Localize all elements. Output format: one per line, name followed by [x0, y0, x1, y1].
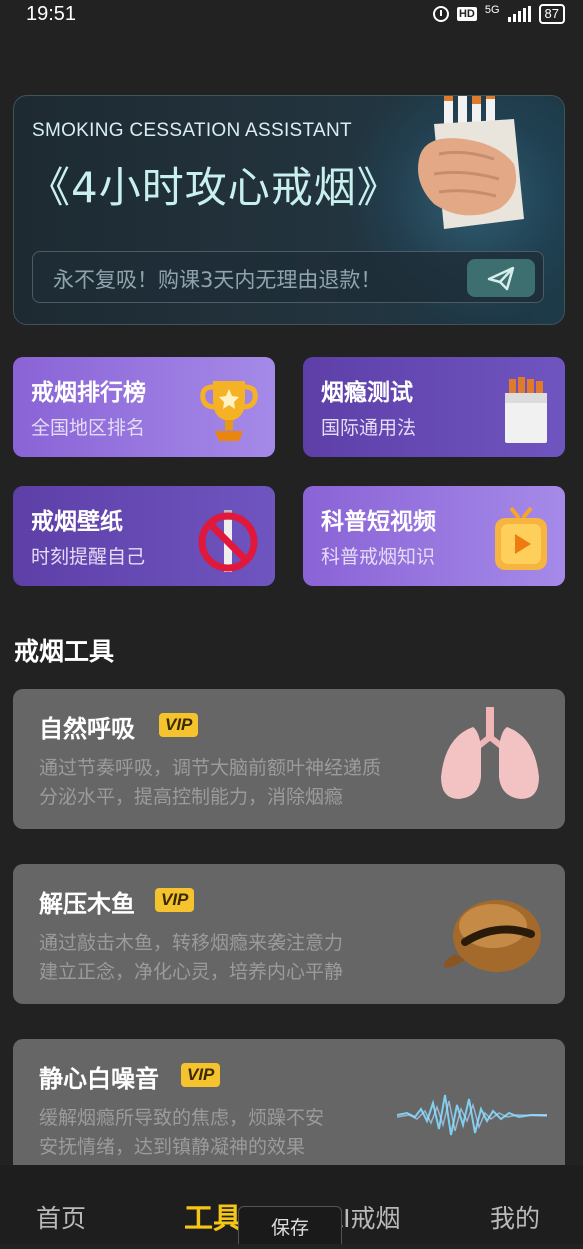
- lungs-icon: [441, 707, 539, 799]
- tool-name: 解压木鱼: [39, 890, 135, 918]
- paper-plane-icon: [487, 266, 515, 291]
- tool-card-breathing[interactable]: 自然呼吸 VIP 通过节奏呼吸，调节大脑前额叶神经递质 分泌水平，提高控制能力，…: [13, 689, 565, 829]
- tile-title: 科普短视频: [321, 509, 436, 535]
- hand-crushing-cigarettes-icon: [418, 96, 524, 229]
- tile-subtitle: 时刻提醒自己: [31, 546, 146, 568]
- tab-tools[interactable]: 工具: [184, 1195, 242, 1237]
- tool-desc-line2: 分泌水平，提高控制能力，消除烟瘾: [39, 786, 344, 808]
- tile-title: 烟瘾测试: [321, 380, 413, 406]
- vip-badge: VIP: [159, 713, 199, 737]
- tile-short-video[interactable]: 科普短视频 科普戒烟知识: [303, 486, 565, 586]
- signal-icon: [507, 6, 531, 22]
- sound-wave-icon: [397, 1094, 547, 1136]
- trophy-icon: [200, 381, 258, 441]
- tool-desc-line1: 通过节奏呼吸，调节大脑前额叶神经递质: [39, 757, 382, 779]
- tool-name: 静心白噪音: [39, 1065, 159, 1093]
- tile-leaderboard[interactable]: 戒烟排行榜 全国地区排名: [13, 357, 275, 457]
- no-smoking-icon: [198, 510, 258, 572]
- promo-input-bar[interactable]: 永不复吸！购课3天内无理由退款！: [32, 251, 544, 303]
- vip-badge: VIP: [155, 888, 195, 912]
- hd-badge: HD: [456, 7, 477, 21]
- hero-subtitle: SMOKING CESSATION ASSISTANT: [32, 120, 352, 141]
- tile-subtitle: 科普戒烟知识: [321, 546, 436, 568]
- hero-banner[interactable]: SMOKING CESSATION ASSISTANT 《4小时攻心戒烟》 永不…: [13, 95, 565, 325]
- promo-text: 永不复吸！购课3天内无理由退款！: [53, 268, 382, 292]
- vip-badge: VIP: [181, 1063, 221, 1087]
- alarm-icon: [432, 6, 449, 22]
- tool-desc-line2: 安抚情绪，达到镇静凝神的效果: [39, 1136, 306, 1158]
- send-button[interactable]: [467, 259, 535, 297]
- status-time: 19:51: [26, 3, 77, 25]
- wooden-fish-icon: [444, 900, 541, 972]
- tool-desc-line1: 缓解烟瘾所导致的焦虑，烦躁不安: [39, 1107, 325, 1129]
- tool-card-white-noise[interactable]: 静心白噪音 VIP 缓解烟瘾所导致的焦虑，烦躁不安 安抚情绪，达到镇静凝神的效果: [13, 1039, 565, 1179]
- tab-mine[interactable]: 我的: [490, 1199, 540, 1235]
- status-bar: 19:51 HD 5G 87: [0, 0, 583, 30]
- tool-desc-line1: 通过敲击木鱼，转移烟瘾来袭注意力: [39, 932, 344, 954]
- hero-title: 《4小时攻心戒烟》: [28, 163, 400, 212]
- tab-home[interactable]: 首页: [36, 1199, 86, 1235]
- tile-subtitle: 国际通用法: [321, 417, 417, 439]
- tool-card-wooden-fish[interactable]: 解压木鱼 VIP 通过敲击木鱼，转移烟瘾来袭注意力 建立正念，净化心灵，培养内心…: [13, 864, 565, 1004]
- tile-subtitle: 全国地区排名: [31, 417, 146, 439]
- save-button[interactable]: 保存: [238, 1206, 342, 1244]
- tile-wallpaper[interactable]: 戒烟壁纸 时刻提醒自己: [13, 486, 275, 586]
- section-title: 戒烟工具: [14, 637, 115, 666]
- tile-title: 戒烟壁纸: [31, 509, 123, 535]
- cigarette-pack-icon: [505, 377, 547, 443]
- status-icons: HD 5G 87: [432, 4, 565, 24]
- network-label: 5G: [484, 4, 500, 16]
- tile-addiction-test[interactable]: 烟瘾测试 国际通用法: [303, 357, 565, 457]
- battery-indicator: 87: [538, 4, 565, 24]
- tool-name: 自然呼吸: [39, 715, 135, 743]
- tile-title: 戒烟排行榜: [31, 380, 146, 406]
- video-tv-icon: [495, 506, 547, 570]
- tool-desc-line2: 建立正念，净化心灵，培养内心平静: [39, 961, 344, 983]
